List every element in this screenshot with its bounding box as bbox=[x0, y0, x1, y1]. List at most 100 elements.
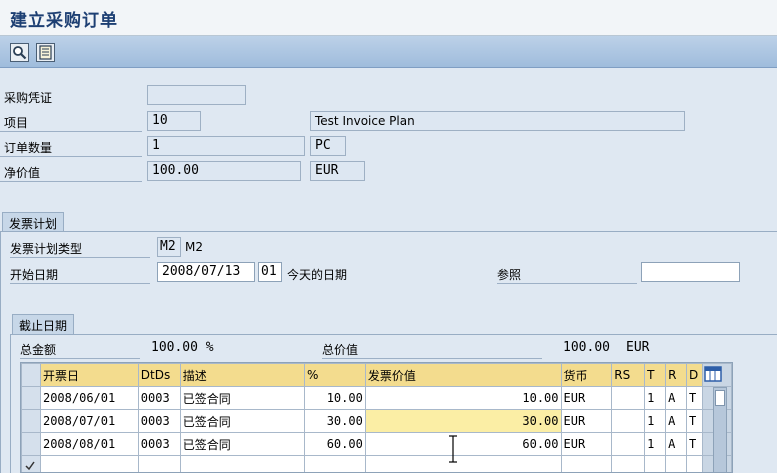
total-amount-label: 总金额 bbox=[20, 341, 140, 359]
cell-empty[interactable] bbox=[686, 455, 703, 472]
row-selector[interactable] bbox=[21, 409, 41, 433]
net-value-label: 净价值 bbox=[0, 164, 142, 182]
table-row-empty bbox=[21, 455, 732, 472]
cell-d[interactable]: T bbox=[686, 386, 703, 410]
cell-empty[interactable] bbox=[611, 455, 646, 472]
cell-desc[interactable]: 已签合同 bbox=[179, 432, 306, 456]
checkmark-icon bbox=[25, 461, 35, 470]
start-date-rule-text: 今天的日期 bbox=[287, 268, 348, 282]
unit-field[interactable]: PC bbox=[310, 136, 346, 156]
col-header-value[interactable]: 发票价值 bbox=[364, 363, 562, 387]
cell-date[interactable]: 2008/06/01 bbox=[39, 386, 139, 410]
start-date-label: 开始日期 bbox=[10, 266, 150, 284]
purchase-doc-label: 采购凭证 bbox=[4, 91, 53, 105]
cell-r[interactable]: A bbox=[665, 409, 687, 433]
currency-field[interactable]: EUR bbox=[310, 161, 365, 181]
col-header-currency[interactable]: 货币 bbox=[560, 363, 613, 387]
total-value-label: 总价值 bbox=[322, 341, 542, 359]
reference-field[interactable] bbox=[641, 262, 740, 282]
table-scrollbar[interactable] bbox=[713, 387, 727, 473]
cell-empty[interactable] bbox=[644, 455, 667, 472]
cell-d[interactable]: T bbox=[686, 409, 703, 433]
col-header-t[interactable]: T bbox=[644, 363, 667, 387]
table-header: 开票日 DtDs 描述 % 发票价值 货币 RS T R D bbox=[21, 363, 732, 387]
cell-d[interactable]: T bbox=[686, 432, 703, 456]
magnifier-icon bbox=[13, 46, 27, 60]
item-field[interactable]: 10 bbox=[147, 111, 201, 131]
table-row: 2008/06/01 0003 已签合同 10.00 10.00 EUR 1 A… bbox=[21, 386, 732, 410]
quantity-field[interactable]: 1 bbox=[147, 136, 305, 156]
cell-t[interactable]: 1 bbox=[644, 409, 667, 433]
total-value-amount: 100.00 bbox=[563, 340, 610, 355]
col-header-d[interactable]: D bbox=[686, 363, 703, 387]
start-date-field[interactable]: 2008/07/13 bbox=[157, 262, 255, 282]
purchase-doc-field[interactable] bbox=[147, 85, 246, 105]
row-selector[interactable] bbox=[21, 386, 41, 410]
cell-empty[interactable] bbox=[39, 455, 139, 472]
plan-type-text: M2 bbox=[185, 240, 203, 254]
page-title: 建立采购订单 bbox=[10, 11, 118, 31]
total-amount-value: 100.00 % bbox=[151, 340, 214, 355]
cell-r[interactable]: A bbox=[665, 386, 687, 410]
cell-date[interactable]: 2008/07/01 bbox=[39, 409, 139, 433]
select-all-cell[interactable] bbox=[21, 363, 41, 387]
tab-deadlines[interactable]: 截止日期 bbox=[12, 314, 75, 336]
col-header-rs[interactable]: RS bbox=[611, 363, 646, 387]
cell-desc[interactable]: 已签合同 bbox=[179, 409, 306, 433]
cell-currency[interactable]: EUR bbox=[560, 386, 613, 410]
cell-t[interactable]: 1 bbox=[644, 432, 667, 456]
application-toolbar bbox=[0, 36, 777, 68]
col-header-desc[interactable]: 描述 bbox=[179, 363, 306, 387]
cell-dtds[interactable]: 0003 bbox=[137, 432, 181, 456]
plan-type-label: 发票计划类型 bbox=[10, 240, 150, 258]
col-header-date[interactable]: 开票日 bbox=[39, 363, 139, 387]
cell-rs[interactable] bbox=[611, 409, 646, 433]
plan-type-code-field[interactable]: M2 bbox=[157, 237, 181, 257]
cell-pct[interactable]: 10.00 bbox=[304, 386, 366, 410]
cell-value[interactable]: 10.00 bbox=[364, 386, 562, 410]
cell-currency[interactable]: EUR bbox=[560, 409, 613, 433]
cell-rs[interactable] bbox=[611, 432, 646, 456]
text-cursor-icon bbox=[449, 435, 457, 463]
cell-rs[interactable] bbox=[611, 386, 646, 410]
item-label: 项目 bbox=[0, 114, 142, 132]
cell-empty[interactable] bbox=[304, 455, 366, 472]
net-value-field[interactable]: 100.00 bbox=[147, 161, 301, 181]
row-selector[interactable] bbox=[21, 432, 41, 456]
display-button[interactable] bbox=[10, 43, 29, 62]
column-config-button[interactable] bbox=[701, 363, 732, 387]
table-settings-icon bbox=[704, 365, 722, 382]
deadline-table: 开票日 DtDs 描述 % 发票价值 货币 RS T R D 2008/06/0… bbox=[20, 362, 733, 473]
reference-label: 参照 bbox=[497, 266, 637, 284]
cell-desc[interactable]: 已签合同 bbox=[179, 386, 306, 410]
item-text-field: Test Invoice Plan bbox=[310, 111, 685, 131]
cell-empty[interactable] bbox=[560, 455, 613, 472]
table-row: 2008/07/01 0003 已签合同 30.00 30.00 EUR 1 A… bbox=[21, 409, 732, 433]
cell-empty[interactable] bbox=[665, 455, 687, 472]
cell-empty[interactable] bbox=[137, 455, 181, 472]
cell-t[interactable]: 1 bbox=[644, 386, 667, 410]
cell-dtds[interactable]: 0003 bbox=[137, 386, 181, 410]
cell-empty[interactable] bbox=[179, 455, 306, 472]
scrollbar-thumb[interactable] bbox=[715, 390, 725, 406]
col-header-pct[interactable]: % bbox=[304, 363, 366, 387]
col-header-dtds[interactable]: DtDs bbox=[137, 363, 181, 387]
quantity-label: 订单数量 bbox=[0, 139, 142, 157]
cell-r[interactable]: A bbox=[665, 432, 687, 456]
cell-empty[interactable] bbox=[364, 455, 562, 472]
cell-pct[interactable]: 60.00 bbox=[304, 432, 366, 456]
document-overview-button[interactable] bbox=[36, 43, 55, 62]
start-date-rule-field[interactable]: 01 bbox=[258, 262, 282, 282]
cell-value-focused[interactable]: 30.00 bbox=[364, 409, 562, 433]
document-list-icon bbox=[39, 45, 52, 60]
table-row: 2008/08/01 0003 已签合同 60.00 60.00 EUR 1 A… bbox=[21, 432, 732, 456]
cell-currency[interactable]: EUR bbox=[560, 432, 613, 456]
cell-date[interactable]: 2008/08/01 bbox=[39, 432, 139, 456]
cell-value[interactable]: 60.00 bbox=[364, 432, 562, 456]
cell-dtds[interactable]: 0003 bbox=[137, 409, 181, 433]
total-value-currency: EUR bbox=[626, 340, 650, 355]
row-selector[interactable] bbox=[21, 455, 41, 472]
col-header-r[interactable]: R bbox=[665, 363, 687, 387]
title-bar: 建立采购订单 bbox=[0, 0, 777, 36]
cell-pct[interactable]: 30.00 bbox=[304, 409, 366, 433]
